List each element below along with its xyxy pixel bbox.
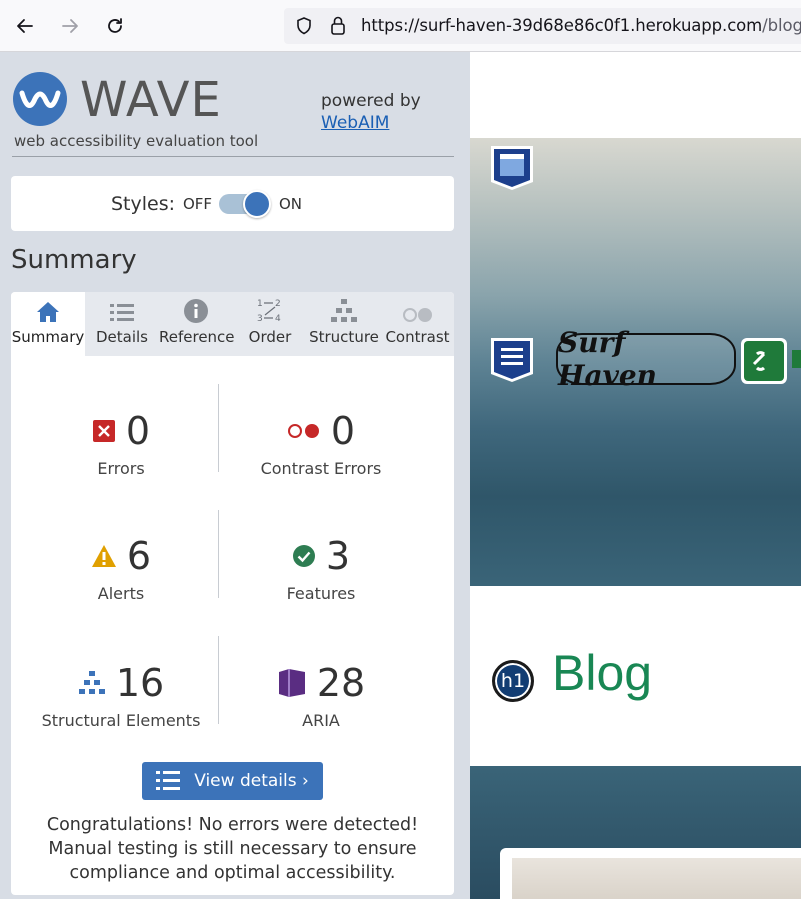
site-logo[interactable]: Surf Haven: [556, 326, 736, 392]
svg-text:4: 4: [275, 314, 281, 324]
browser-toolbar: https://surf-haven-39d68e86c0f1.herokuap…: [0, 0, 801, 52]
tab-label: Contrast: [385, 328, 450, 346]
structural-icon: [78, 671, 105, 694]
wave-sidebar: WAVE web accessibility evaluation tool p…: [0, 52, 470, 899]
styles-on-label: ON: [279, 195, 303, 213]
error-icon: [92, 420, 115, 442]
arrow-left-icon: [17, 19, 33, 33]
tab-label: Structure: [309, 328, 379, 346]
tab-label: Reference: [159, 328, 235, 346]
styles-toggle-knob[interactable]: [243, 190, 271, 218]
wave-region-icon[interactable]: [487, 142, 537, 192]
features-count: 3: [325, 534, 351, 578]
tab-summary[interactable]: Summary: [11, 292, 85, 356]
tab-details[interactable]: Details: [85, 292, 159, 356]
url-path: /blog/: [762, 16, 801, 35]
url-text: https://surf-haven-39d68e86c0f1.herokuap…: [361, 16, 801, 35]
tab-order[interactable]: 1 2 3 4 Order: [233, 292, 307, 356]
powered-by-text: powered by: [321, 91, 421, 111]
h1-badge[interactable]: h1: [492, 660, 534, 702]
post-image: [512, 858, 801, 899]
info-icon: [184, 299, 208, 323]
post-card[interactable]: [500, 848, 801, 899]
order-icon: 1 2 3 4: [257, 299, 281, 324]
blog-heading: Blog: [552, 645, 653, 701]
wave-tagline: web accessibility evaluation tool: [14, 132, 259, 150]
webaim-link[interactable]: WebAIM: [321, 112, 421, 134]
tab-label: Order: [248, 328, 292, 346]
aria-count: 28: [316, 661, 366, 705]
contrast-errors-label: Contrast Errors: [260, 459, 382, 478]
grid-divider: [218, 510, 219, 598]
grid-divider: [218, 384, 219, 472]
reload-icon: [108, 18, 122, 33]
url-host: https://surf-haven-39d68e86c0f1.herokuap…: [361, 16, 763, 35]
list-icon: [110, 304, 134, 321]
lock-icon[interactable]: [329, 15, 347, 37]
feature-check-icon: [292, 545, 315, 567]
home-icon: [37, 302, 59, 322]
contrast-errors-count: 0: [330, 409, 356, 453]
divider: [12, 156, 454, 157]
powered-by: powered by WebAIM: [321, 90, 421, 134]
forward-button[interactable]: [55, 11, 85, 41]
url-bar[interactable]: https://surf-haven-39d68e86c0f1.herokuap…: [284, 8, 801, 44]
wave-link-icon[interactable]: [739, 336, 789, 386]
styles-label: Styles:: [111, 193, 176, 215]
features-label: Features: [286, 584, 356, 603]
svg-text:2: 2: [275, 299, 281, 309]
reload-button[interactable]: [100, 11, 130, 41]
view-details-label: View details ›: [194, 771, 309, 791]
tab-label: Details: [95, 328, 148, 346]
structure-icon: [331, 299, 357, 322]
summary-panel: Summary Details Reference 1 2 3 4 Order Str…: [11, 292, 454, 895]
wave-nav-icon[interactable]: [487, 334, 537, 384]
alerts-count: 6: [126, 534, 152, 578]
styles-toggle-box: Styles: OFF ON: [11, 176, 454, 231]
stat-aria[interactable]: 28 ARIA: [231, 661, 411, 730]
summary-heading: Summary: [11, 245, 137, 275]
errors-label: Errors: [97, 459, 145, 478]
shield-icon[interactable]: [294, 16, 314, 36]
list-icon: [156, 771, 181, 790]
stat-features[interactable]: 3 Features: [231, 534, 411, 603]
tab-bar: Summary Details Reference 1 2 3 4 Order Str…: [11, 292, 454, 356]
back-button[interactable]: [10, 11, 40, 41]
structural-count: 16: [115, 661, 165, 705]
feature-tag-icon[interactable]: [792, 350, 801, 368]
aria-label: ARIA: [302, 711, 340, 730]
stat-alerts[interactable]: 6 Alerts: [31, 534, 211, 603]
svg-text:3: 3: [257, 314, 263, 324]
wave-title: WAVE: [80, 72, 222, 128]
aria-icon: [278, 669, 305, 697]
page-viewport: Surf Haven h1 Blog: [470, 52, 801, 899]
svg-text:1: 1: [257, 299, 263, 309]
styles-off-label: OFF: [183, 195, 213, 213]
view-details-button[interactable]: View details ›: [142, 762, 323, 800]
errors-count: 0: [125, 409, 151, 453]
structural-label: Structural Elements: [41, 711, 201, 730]
congrats-message: Congratulations! No errors were detected…: [46, 815, 419, 883]
tab-contrast[interactable]: Contrast: [381, 292, 454, 356]
contrast-error-icon: [287, 424, 319, 438]
tab-structure[interactable]: Structure: [307, 292, 381, 356]
grid-divider: [218, 636, 219, 724]
alert-icon: [91, 545, 116, 567]
tab-label: Summary: [11, 328, 85, 346]
stat-structural[interactable]: 16 Structural Elements: [31, 661, 211, 730]
wave-logo-icon: [13, 72, 67, 126]
arrow-right-icon: [62, 19, 78, 33]
alerts-label: Alerts: [97, 584, 145, 603]
stat-errors[interactable]: 0 Errors: [31, 409, 211, 478]
contrast-icon: [402, 308, 432, 322]
stat-contrast-errors[interactable]: 0 Contrast Errors: [231, 409, 411, 478]
tab-reference[interactable]: Reference: [159, 292, 235, 356]
blog-header-card: h1 Blog: [470, 586, 801, 766]
